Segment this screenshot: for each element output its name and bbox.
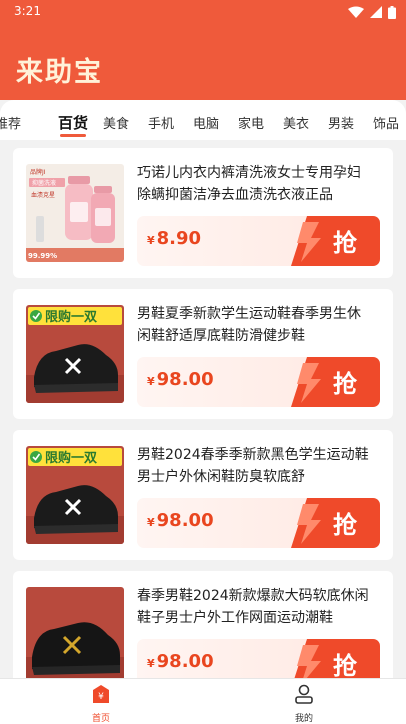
tab-baihuo[interactable]: 百货: [58, 112, 88, 133]
tab-nanzhuang[interactable]: 男装: [328, 113, 354, 132]
image-badge-text: 限购一双: [45, 450, 97, 466]
tab-shouji[interactable]: 手机: [148, 113, 174, 132]
category-tabs: 推荐 百货 美食 手机 电脑 家电 美衣 男装 饰品: [0, 100, 406, 140]
product-title[interactable]: 男鞋2024春季季新款黑色学生运动鞋男士户外休闲鞋防臭软底舒: [137, 444, 369, 488]
app-header: 来助宝: [0, 24, 406, 100]
grab-button[interactable]: 抢: [287, 216, 380, 266]
price-value: 98.00: [156, 651, 214, 672]
image-tagline-text: 抑菌洗液: [32, 179, 56, 187]
home-yen-icon: ¥: [93, 685, 109, 703]
active-tab-indicator: [60, 134, 86, 137]
image-tagline-text-2: 血渍克星: [31, 191, 55, 199]
grab-button[interactable]: 抢: [287, 639, 380, 678]
nav-mine[interactable]: 我的: [274, 683, 334, 724]
price-bar: ¥98.00 抢: [137, 498, 380, 548]
battery-icon: [388, 5, 396, 19]
product-card[interactable]: 品牌JI 抑菌洗液 血渍克星 99.99% 巧诺儿内衣内裤清洗液女士专用孕妇除螨…: [13, 148, 393, 278]
product-image: 限购一双: [26, 446, 124, 544]
price-value: 98.00: [156, 510, 214, 531]
cellular-signal-icon: [370, 6, 382, 18]
status-bar: 3:21: [0, 0, 406, 24]
tab-jiadian[interactable]: 家电: [238, 113, 264, 132]
price-value: 8.90: [156, 228, 202, 249]
currency-symbol: ¥: [147, 516, 155, 529]
grab-label: 抢: [333, 652, 358, 678]
user-icon: [295, 684, 313, 704]
currency-symbol: ¥: [147, 657, 155, 670]
product-list[interactable]: 品牌JI 抑菌洗液 血渍克星 99.99% 巧诺儿内衣内裤清洗液女士专用孕妇除螨…: [0, 140, 406, 678]
status-time: 3:21: [14, 4, 41, 18]
bottom-nav: ¥ 首页 我的: [0, 678, 406, 724]
product-price: ¥98.00: [147, 510, 214, 531]
check-badge-icon: [30, 451, 42, 463]
check-badge-icon: [30, 310, 42, 322]
nav-home[interactable]: ¥ 首页: [71, 683, 131, 724]
product-price: ¥98.00: [147, 651, 214, 672]
tab-shipin[interactable]: 饰品: [373, 113, 399, 132]
currency-symbol: ¥: [147, 375, 155, 388]
product-card[interactable]: 春季男鞋2024新款爆款大码软底休闲鞋子男士户外工作网面运动潮鞋 ¥98.00 …: [13, 571, 393, 678]
wifi-icon: [348, 6, 364, 18]
product-price: ¥98.00: [147, 369, 214, 390]
product-image: 品牌JI 抑菌洗液 血渍克星 99.99%: [26, 164, 124, 262]
price-bar: ¥98.00 抢: [137, 357, 380, 407]
price-bar: ¥98.00 抢: [137, 639, 380, 678]
product-title[interactable]: 春季男鞋2024新款爆款大码软底休闲鞋子男士户外工作网面运动潮鞋: [137, 585, 369, 629]
product-image: 限购一双: [26, 305, 124, 403]
svg-text:¥: ¥: [98, 692, 104, 702]
image-stat-text: 99.99%: [28, 252, 57, 260]
image-brand-text: 品牌JI: [30, 168, 46, 176]
grab-label: 抢: [333, 370, 358, 398]
product-price: ¥8.90: [147, 228, 201, 249]
nav-mine-label: 我的: [294, 714, 313, 724]
price-bar: ¥8.90 抢: [137, 216, 380, 266]
product-card[interactable]: 限购一双 男鞋夏季新款学生运动鞋春季男生休闲鞋舒适厚底鞋防滑健步鞋 ¥98.00…: [13, 289, 393, 419]
product-image: [26, 587, 124, 678]
grab-label: 抢: [333, 229, 358, 257]
currency-symbol: ¥: [147, 234, 155, 247]
grab-label: 抢: [333, 511, 358, 539]
image-badge-text: 限购一双: [45, 309, 97, 325]
grab-button[interactable]: 抢: [287, 357, 380, 407]
app-title: 来助宝: [16, 57, 103, 88]
tab-diannao[interactable]: 电脑: [193, 113, 219, 132]
tab-meiyi[interactable]: 美衣: [283, 113, 309, 132]
product-title[interactable]: 男鞋夏季新款学生运动鞋春季男生休闲鞋舒适厚底鞋防滑健步鞋: [137, 303, 369, 347]
product-title[interactable]: 巧诺儿内衣内裤清洗液女士专用孕妇除螨抑菌洁净去血渍洗衣液正品: [137, 162, 369, 206]
tab-meishi[interactable]: 美食: [103, 113, 129, 132]
tab-tuijian[interactable]: 推荐: [0, 113, 21, 132]
price-value: 98.00: [156, 369, 214, 390]
grab-button[interactable]: 抢: [287, 498, 380, 548]
nav-home-label: 首页: [91, 714, 110, 724]
product-card[interactable]: 限购一双 男鞋2024春季季新款黑色学生运动鞋男士户外休闲鞋防臭软底舒 ¥98.…: [13, 430, 393, 560]
